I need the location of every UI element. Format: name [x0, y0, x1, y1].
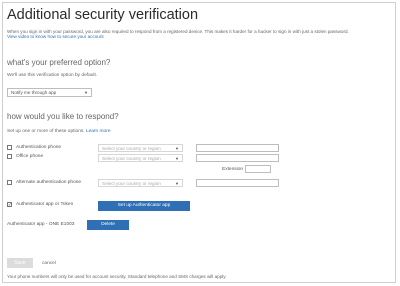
office-phone-checkbox[interactable]: [7, 154, 12, 159]
office-phone-country-select[interactable]: Select your country or region ▼: [98, 154, 183, 162]
office-phone-country-placeholder: Select your country or region: [102, 155, 161, 161]
extension-input[interactable]: [245, 165, 271, 173]
respond-description-text: Set up one or more of these options.: [7, 129, 85, 134]
dropdown-arrow-icon: ▼: [175, 145, 179, 151]
alt-phone-country-select[interactable]: Select your country or region ▼: [98, 179, 183, 187]
delete-device-button[interactable]: Delete: [87, 220, 129, 230]
save-button[interactable]: Save: [7, 258, 33, 268]
alt-phone-label: Alternate authentication phone: [16, 180, 82, 185]
auth-phone-checkbox[interactable]: [7, 145, 12, 150]
preferred-option-value: Notify me through app: [11, 90, 57, 95]
intro-text: When you sign in with your password, you…: [7, 29, 349, 39]
registered-device-label: Authenticator app - ONE E1003: [7, 222, 75, 227]
setup-authenticator-app-button[interactable]: Set up Authenticator app: [98, 201, 190, 211]
dropdown-arrow-icon: ▼: [84, 90, 88, 95]
auth-phone-country-placeholder: Select your country or region: [102, 145, 161, 151]
preferred-option-description: We'll use this verification option by de…: [7, 73, 98, 78]
extension-label: Extension: [222, 167, 244, 172]
office-phone-label: Office phone: [16, 154, 44, 159]
auth-phone-label: Authentication phone: [16, 145, 62, 150]
dropdown-arrow-icon: ▼: [175, 155, 179, 161]
authenticator-app-label: Authenticator app or Token: [16, 202, 74, 207]
auth-phone-country-select[interactable]: Select your country or region ▼: [98, 144, 183, 152]
intro-video-link[interactable]: View video to know how to secure your ac…: [7, 34, 349, 39]
respond-heading: how would you like to respond?: [7, 112, 119, 121]
page-title: Additional security verification: [7, 7, 199, 23]
office-phone-number-input[interactable]: [196, 154, 279, 162]
preferred-option-heading: what's your preferred option?: [7, 58, 111, 67]
authenticator-app-checkbox[interactable]: ✓: [7, 202, 12, 207]
alt-phone-checkbox[interactable]: [7, 180, 12, 185]
cancel-link[interactable]: cancel: [42, 261, 56, 266]
footer-note: Your phone numbers will only be used for…: [7, 274, 227, 279]
alt-phone-country-placeholder: Select your country or region: [102, 180, 161, 186]
page-frame: [2, 2, 396, 283]
dropdown-arrow-icon: ▼: [175, 180, 179, 186]
alt-phone-number-input[interactable]: [196, 179, 279, 187]
learn-more-link[interactable]: Learn more: [86, 129, 111, 134]
auth-phone-number-input[interactable]: [196, 144, 279, 152]
preferred-option-select[interactable]: Notify me through app ▼: [7, 88, 92, 97]
respond-description: Set up one or more of these options. Lea…: [7, 129, 110, 134]
